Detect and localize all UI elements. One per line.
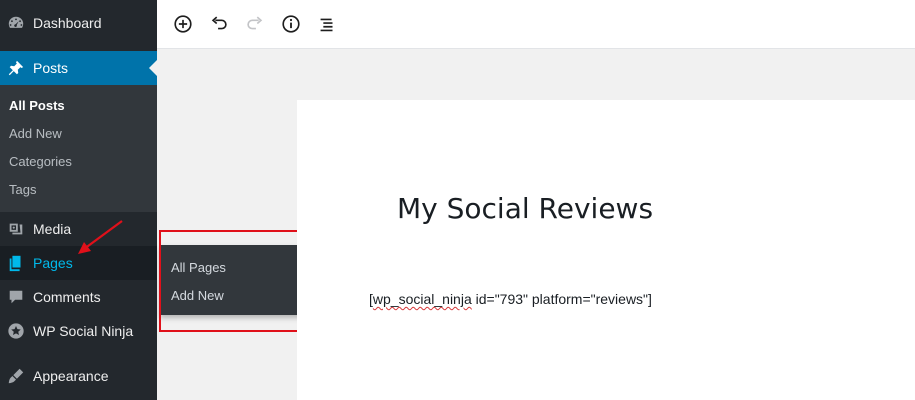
submenu-item-tags[interactable]: Tags (0, 175, 157, 203)
sidebar-item-posts[interactable]: Posts (0, 51, 157, 85)
sidebar-item-label: Posts (33, 60, 69, 76)
sidebar-item-comments[interactable]: Comments (0, 280, 157, 314)
annotation-highlight-box (159, 230, 319, 332)
redo-button[interactable] (242, 11, 268, 37)
post-title[interactable]: My Social Reviews (397, 192, 653, 225)
sidebar-item-label: WP Social Ninja (33, 323, 134, 339)
admin-sidebar: Dashboard Posts All Posts Add New Catego… (0, 0, 157, 400)
sidebar-item-appearance[interactable]: Appearance (0, 359, 157, 393)
sidebar-item-label: Comments (33, 289, 101, 305)
add-block-icon (174, 15, 192, 33)
pages-icon (6, 253, 26, 273)
annotation-arrow (78, 220, 123, 254)
sidebar-item-label: Dashboard (33, 15, 102, 31)
submenu-item-categories[interactable]: Categories (0, 147, 157, 175)
star-badge-icon (6, 321, 26, 341)
outline-button[interactable] (314, 11, 340, 37)
sidebar-item-label: Appearance (33, 368, 109, 384)
sidebar-item-dashboard[interactable]: Dashboard (0, 6, 157, 40)
editor-canvas: My Social Reviews [wp_social_ninja id="7… (297, 100, 915, 400)
undo-button[interactable] (206, 11, 232, 37)
brush-icon (6, 366, 26, 386)
sidebar-item-wp-social-ninja[interactable]: WP Social Ninja (0, 314, 157, 348)
sidebar-item-label: Media (33, 221, 72, 237)
media-icon (6, 219, 26, 239)
info-button[interactable] (278, 11, 304, 37)
posts-submenu: All Posts Add New Categories Tags (0, 85, 157, 212)
add-block-button[interactable] (170, 11, 196, 37)
outline-icon (320, 18, 333, 32)
shortcode-attributes: id="793" platform="reviews"] (471, 291, 652, 307)
current-menu-arrow (149, 60, 157, 76)
info-icon (282, 15, 300, 33)
dashboard-icon (6, 13, 26, 33)
redo-icon (247, 16, 263, 30)
comments-icon (6, 287, 26, 307)
editor-toolbar (157, 0, 915, 49)
sidebar-item-label: Pages (33, 255, 73, 271)
undo-icon (211, 16, 227, 30)
submenu-item-all-posts[interactable]: All Posts (0, 91, 157, 119)
misspelled-word: wp_social_ninja (372, 291, 472, 307)
pin-icon (6, 58, 26, 78)
submenu-item-add-new[interactable]: Add New (0, 119, 157, 147)
shortcode-block[interactable]: [wp_social_ninja id="793" platform="revi… (369, 291, 652, 307)
